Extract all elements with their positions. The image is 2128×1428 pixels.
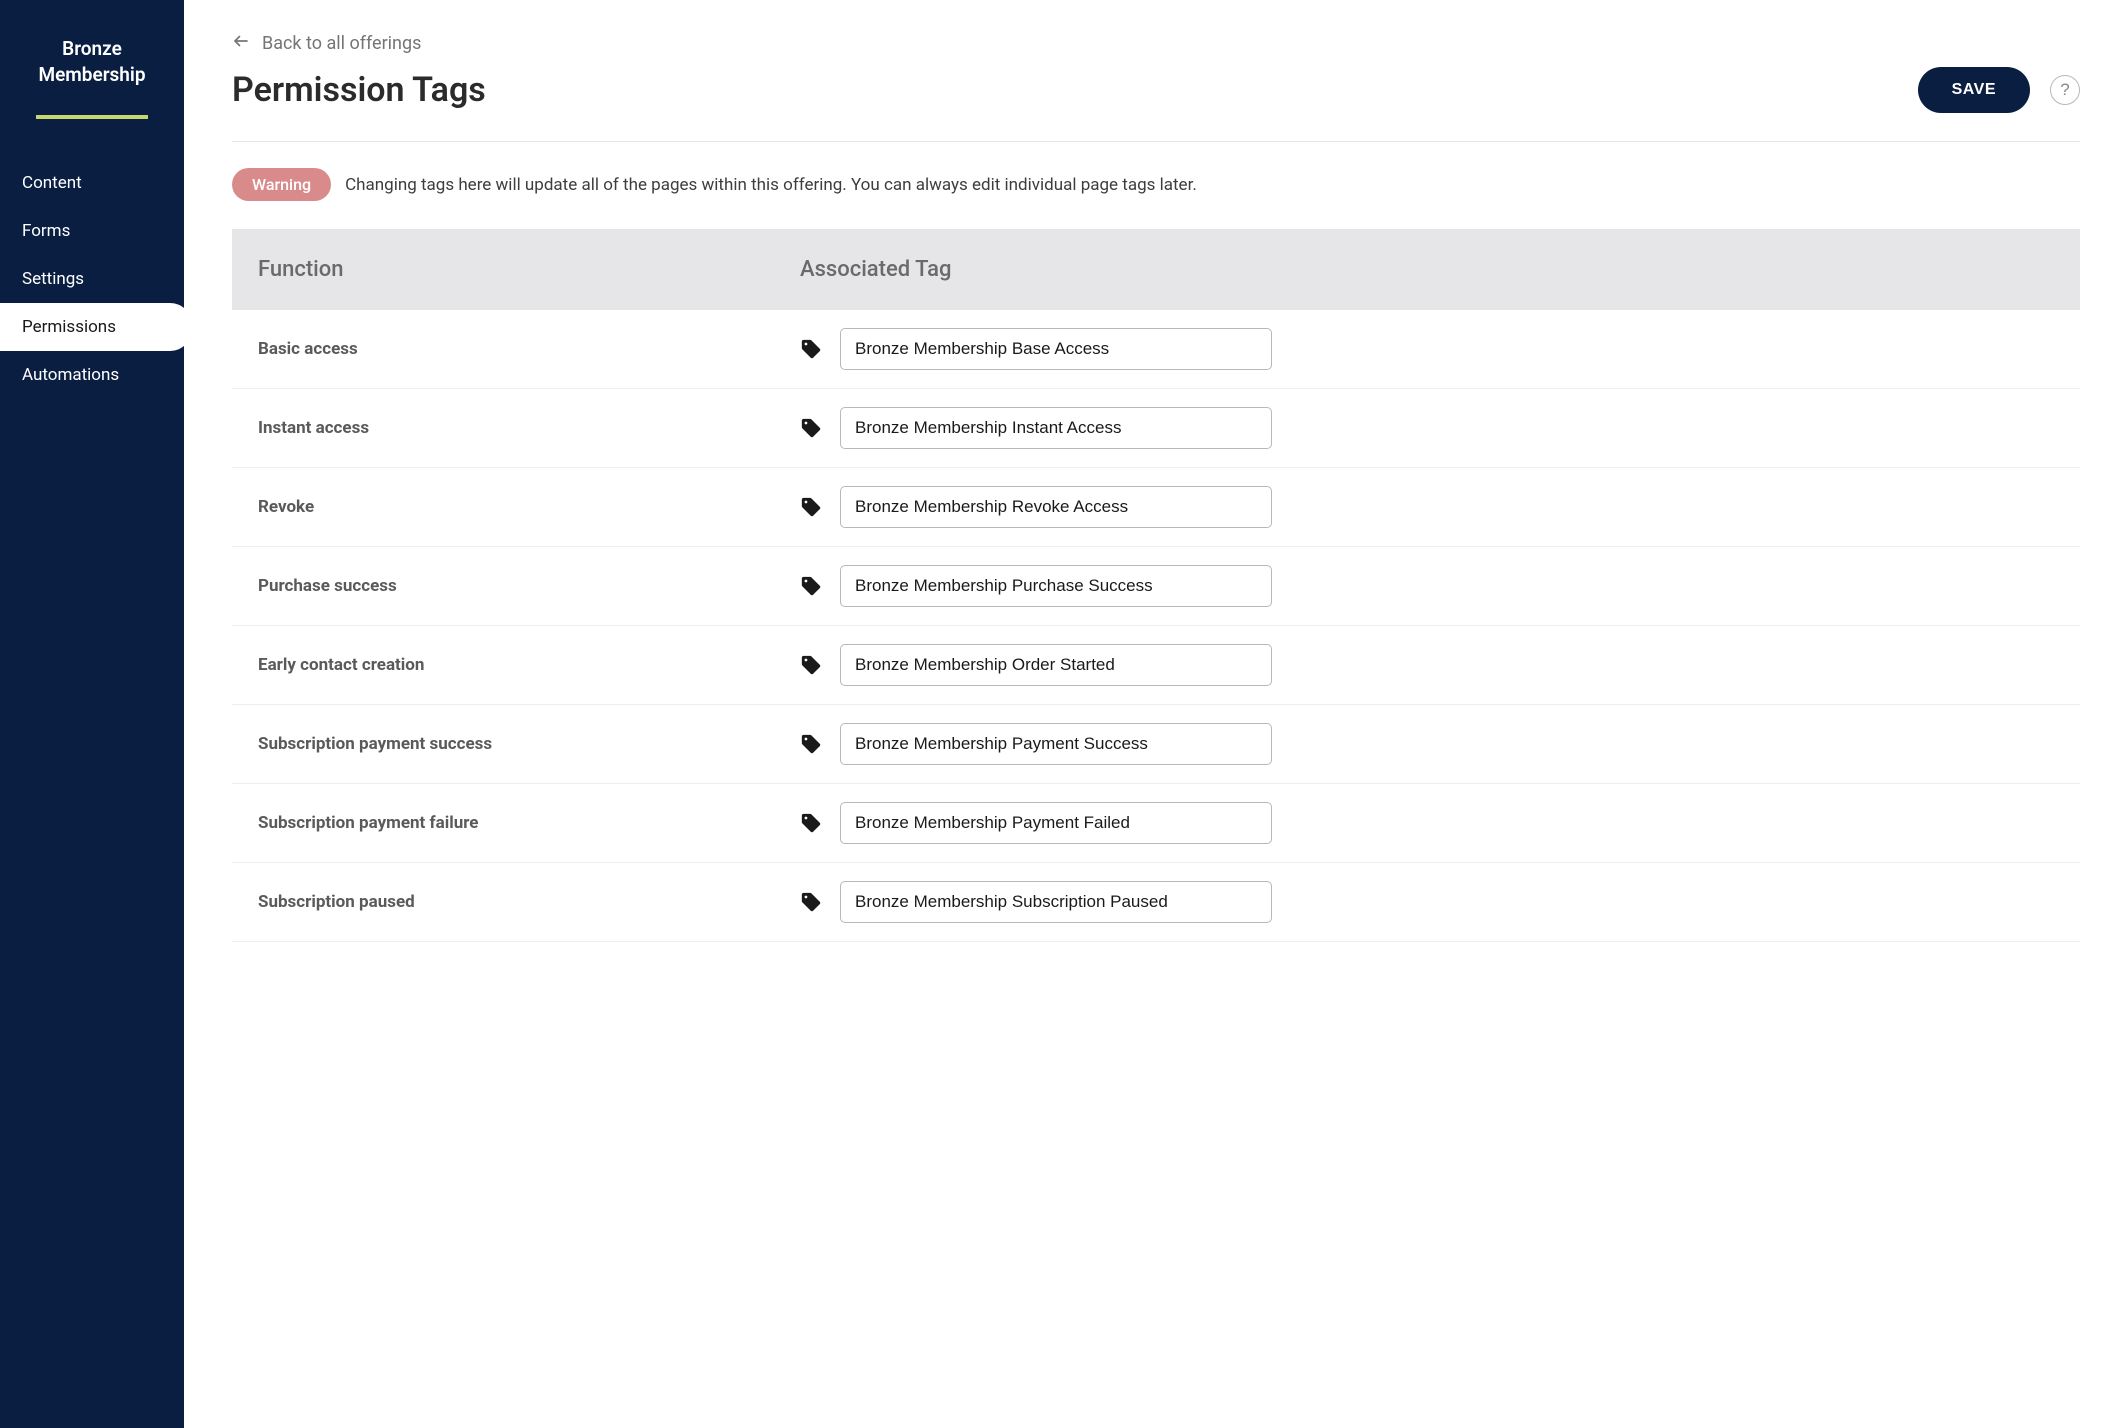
sidebar: Bronze Membership ContentFormsSettingsPe… xyxy=(0,0,184,1428)
main-content: Back to all offerings Permission Tags SA… xyxy=(184,0,2128,1428)
tag-icon xyxy=(800,654,822,676)
table-row: Subscription paused xyxy=(232,863,2080,942)
table-row: Subscription payment failure xyxy=(232,784,2080,863)
header-actions: SAVE ? xyxy=(1918,67,2080,113)
tag-input[interactable] xyxy=(840,486,1272,528)
tag-input[interactable] xyxy=(840,565,1272,607)
tag-input[interactable] xyxy=(840,802,1272,844)
warning-pill: Warning xyxy=(232,168,331,201)
sidebar-item-forms[interactable]: Forms xyxy=(0,207,184,255)
function-label: Early contact creation xyxy=(258,655,424,675)
tag-input[interactable] xyxy=(840,407,1272,449)
offering-title: Bronze Membership xyxy=(0,36,184,115)
sidebar-item-settings[interactable]: Settings xyxy=(0,255,184,303)
function-label: Instant access xyxy=(258,418,369,438)
tag-icon xyxy=(800,496,822,518)
table-row: Early contact creation xyxy=(232,626,2080,705)
page-header: Permission Tags SAVE ? xyxy=(232,67,2080,142)
function-label: Subscription payment success xyxy=(258,734,492,754)
back-link[interactable]: Back to all offerings xyxy=(232,32,421,55)
help-button[interactable]: ? xyxy=(2050,75,2080,105)
function-label: Basic access xyxy=(258,339,358,359)
tag-icon xyxy=(800,733,822,755)
function-label: Subscription payment failure xyxy=(258,813,479,833)
sidebar-item-content[interactable]: Content xyxy=(0,159,184,207)
tag-input[interactable] xyxy=(840,328,1272,370)
tag-input[interactable] xyxy=(840,723,1272,765)
table-row: Subscription payment success xyxy=(232,705,2080,784)
sidebar-item-automations[interactable]: Automations xyxy=(0,351,184,399)
warning-banner: Warning Changing tags here will update a… xyxy=(232,168,2080,201)
arrow-left-icon xyxy=(232,32,250,55)
tag-input[interactable] xyxy=(840,881,1272,923)
sidebar-divider xyxy=(36,115,148,119)
col-header-function: Function xyxy=(258,257,800,282)
tag-icon xyxy=(800,812,822,834)
table-row: Instant access xyxy=(232,389,2080,468)
function-label: Subscription paused xyxy=(258,892,415,912)
permission-tags-table: Function Associated Tag Basic access Inst… xyxy=(232,229,2080,942)
table-row: Revoke xyxy=(232,468,2080,547)
tag-icon xyxy=(800,338,822,360)
function-label: Purchase success xyxy=(258,576,397,596)
tag-input[interactable] xyxy=(840,644,1272,686)
page-title: Permission Tags xyxy=(232,70,486,110)
save-button[interactable]: SAVE xyxy=(1918,67,2030,113)
sidebar-item-permissions[interactable]: Permissions xyxy=(0,303,192,351)
warning-text: Changing tags here will update all of th… xyxy=(345,175,1197,195)
tag-icon xyxy=(800,891,822,913)
function-label: Revoke xyxy=(258,497,314,517)
tag-icon xyxy=(800,417,822,439)
back-link-label: Back to all offerings xyxy=(262,33,421,54)
col-header-tag: Associated Tag xyxy=(800,257,2054,282)
tag-icon xyxy=(800,575,822,597)
table-row: Basic access xyxy=(232,310,2080,389)
table-header: Function Associated Tag xyxy=(232,229,2080,310)
table-row: Purchase success xyxy=(232,547,2080,626)
